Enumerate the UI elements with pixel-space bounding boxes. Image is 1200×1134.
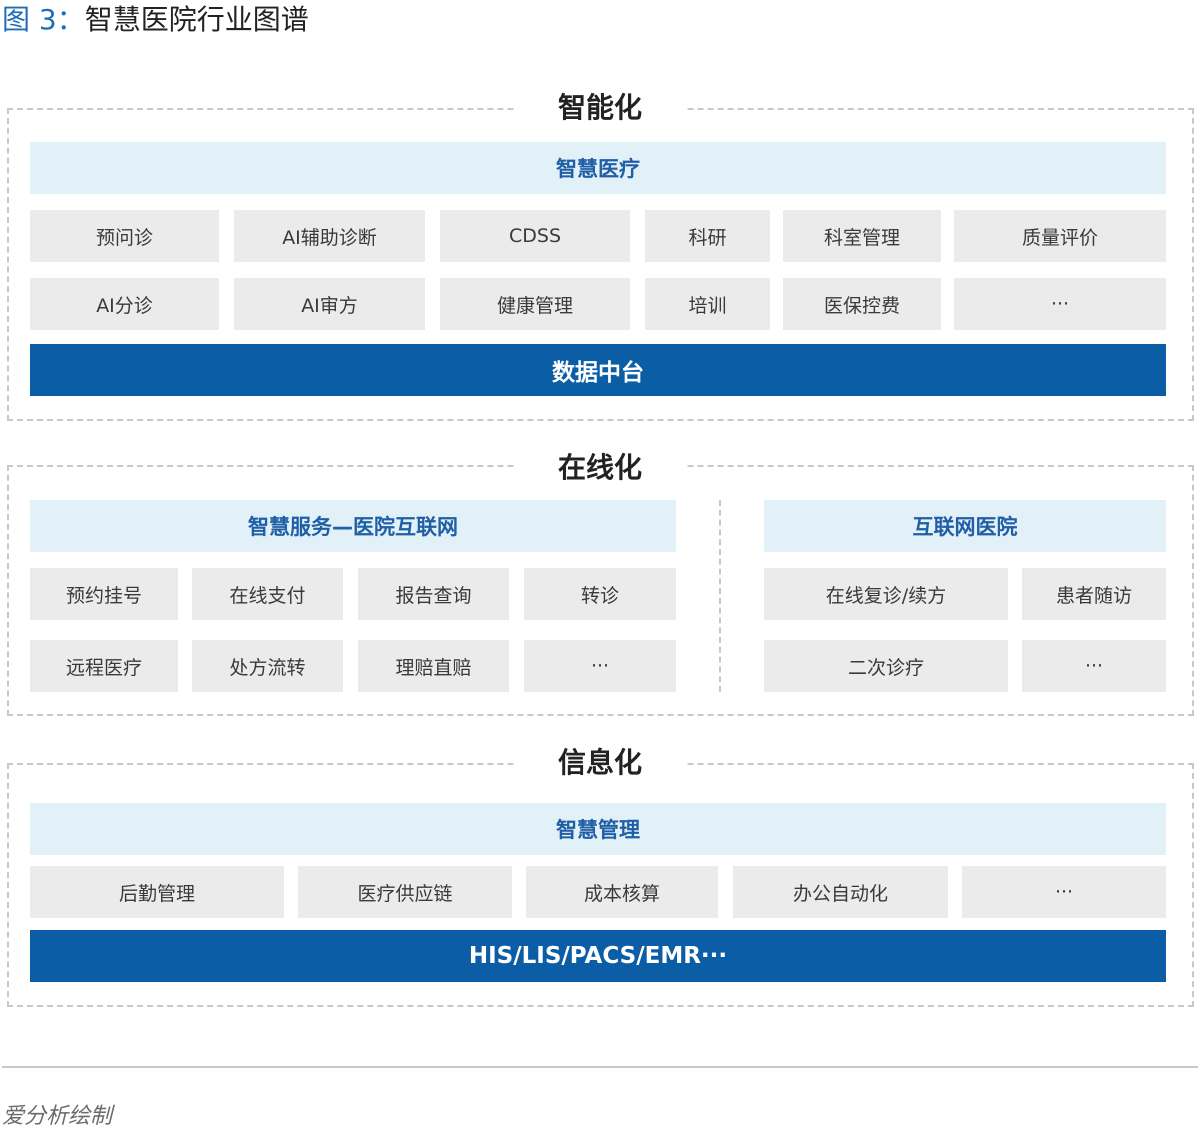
cell-intelligent-r1-6: 质量评价 <box>954 210 1166 262</box>
data-platform-bar: 数据中台 <box>30 344 1166 396</box>
banner-smart-service: 智慧服务—医院互联网 <box>30 500 676 552</box>
his-platform-bar: HIS/LIS/PACS/EMR··· <box>30 930 1166 982</box>
source-note: 爱分析绘制 <box>2 1104 113 1129</box>
cell-online-l-r1-3: 报告查询 <box>358 568 509 620</box>
cell-online-l-r2-4: ··· <box>524 640 676 692</box>
cell-info-1: 后勤管理 <box>30 866 284 918</box>
cell-intelligent-r2-5: 医保控费 <box>783 278 941 330</box>
cell-intelligent-r2-6: ··· <box>954 278 1166 330</box>
cell-intelligent-r1-2: AI辅助诊断 <box>234 210 425 262</box>
cell-intelligent-r1-4: 科研 <box>645 210 770 262</box>
cell-intelligent-r2-1: AI分诊 <box>30 278 219 330</box>
cell-online-l-r1-2: 在线支付 <box>192 568 343 620</box>
cell-online-l-r2-1: 远程医疗 <box>30 640 178 692</box>
figure-label: 图 3： <box>2 3 85 36</box>
cell-online-r-r1-2: 患者随访 <box>1022 568 1166 620</box>
cell-online-l-r1-1: 预约挂号 <box>30 568 178 620</box>
bottom-rule <box>2 1066 1198 1068</box>
cell-online-l-r1-4: 转诊 <box>524 568 676 620</box>
cell-online-l-r2-2: 处方流转 <box>192 640 343 692</box>
cell-info-5: ··· <box>962 866 1166 918</box>
online-divider <box>719 500 721 692</box>
cell-intelligent-r1-3: CDSS <box>440 210 630 262</box>
cell-online-r-r2-2: ··· <box>1022 640 1166 692</box>
cell-intelligent-r1-1: 预问诊 <box>30 210 219 262</box>
section-title-intelligent: 智能化 <box>516 85 684 131</box>
cell-online-r-r1-1: 在线复诊/续方 <box>764 568 1008 620</box>
cell-intelligent-r2-2: AI审方 <box>234 278 425 330</box>
cell-info-3: 成本核算 <box>526 866 718 918</box>
cell-online-l-r2-3: 理赔直赔 <box>358 640 509 692</box>
cell-info-2: 医疗供应链 <box>298 866 512 918</box>
banner-internet-hospital: 互联网医院 <box>764 500 1166 552</box>
figure-title: 图 3：智慧医院行业图谱 <box>2 0 309 40</box>
banner-smart-management: 智慧管理 <box>30 803 1166 855</box>
section-title-online: 在线化 <box>516 445 684 491</box>
figure-title-text: 智慧医院行业图谱 <box>84 3 309 36</box>
cell-intelligent-r2-4: 培训 <box>645 278 770 330</box>
cell-intelligent-r1-5: 科室管理 <box>783 210 941 262</box>
cell-info-4: 办公自动化 <box>733 866 948 918</box>
section-title-informatized: 信息化 <box>516 740 684 786</box>
cell-online-r-r2-1: 二次诊疗 <box>764 640 1008 692</box>
banner-smart-medical: 智慧医疗 <box>30 142 1166 194</box>
cell-intelligent-r2-3: 健康管理 <box>440 278 630 330</box>
